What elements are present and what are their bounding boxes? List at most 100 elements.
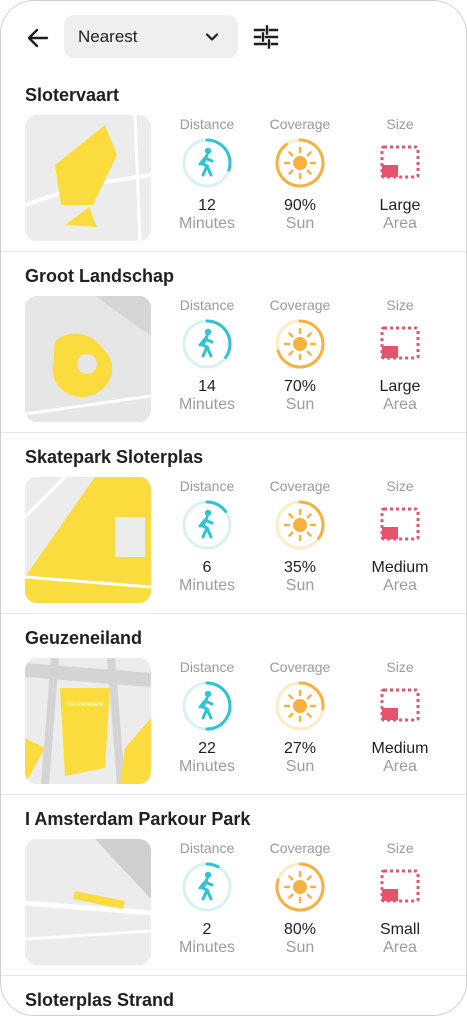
walking-person-icon [182, 500, 232, 550]
sort-dropdown[interactable]: Nearest [64, 15, 238, 58]
size-caption: Size [386, 116, 414, 132]
size-caption: Size [386, 840, 414, 856]
coverage-caption: Coverage [269, 297, 331, 313]
distance-unit: Minutes [178, 577, 236, 594]
distance-value: 12 [198, 197, 216, 214]
walking-person-icon [182, 681, 232, 731]
place-card[interactable]: I Amsterdam Parkour Park Distance 2 Minu… [1, 794, 466, 975]
place-card[interactable]: Skatepark Sloterplas Distance 6 Minutes … [1, 432, 466, 613]
coverage-metric: Coverage 80% Sun [255, 839, 345, 957]
place-name: I Amsterdam Parkour Park [25, 809, 251, 829]
area-size-icon [380, 507, 420, 541]
distance-metric: Distance 6 Minutes [162, 477, 252, 595]
map-thumbnail [25, 839, 151, 965]
size-metric: Size Medium Area [355, 477, 445, 595]
coverage-caption: Coverage [269, 840, 331, 856]
sliders-icon [253, 25, 279, 49]
size-value: Large [379, 378, 421, 395]
area-size-icon [380, 145, 420, 179]
place-card[interactable]: Geuzeneiland Geuzeneiland Distance 22 Mi… [1, 613, 466, 794]
distance-value: 22 [198, 740, 216, 757]
sun-icon [275, 138, 325, 188]
distance-metric: Distance 22 Minutes [162, 658, 252, 776]
size-value: Small [379, 921, 420, 938]
size-unit: Area [383, 215, 417, 232]
coverage-value: 80% [283, 921, 317, 938]
sun-icon [275, 862, 325, 912]
place-card[interactable]: Groot Landschap Distance 14 Minutes Cove… [1, 251, 466, 432]
walking-person-icon [182, 319, 232, 369]
size-metric: Size Medium Area [355, 658, 445, 776]
coverage-metric: Coverage 90% Sun [255, 115, 345, 233]
places-list: Slotervaart Distance 12 Minutes Coverage… [1, 71, 466, 1015]
walking-person-icon [182, 862, 232, 912]
distance-caption: Distance [179, 659, 235, 675]
distance-unit: Minutes [178, 939, 236, 956]
distance-caption: Distance [179, 116, 235, 132]
size-unit: Area [383, 396, 417, 413]
distance-unit: Minutes [178, 758, 236, 775]
coverage-unit: Sun [285, 396, 315, 413]
place-card[interactable]: Sloterplas Strand [1, 975, 466, 1015]
size-unit: Area [383, 577, 417, 594]
coverage-unit: Sun [285, 215, 315, 232]
place-name: Sloterplas Strand [25, 990, 175, 1010]
coverage-unit: Sun [285, 758, 315, 775]
distance-metric: Distance 2 Minutes [162, 839, 252, 957]
distance-value: 14 [198, 378, 216, 395]
distance-caption: Distance [179, 840, 235, 856]
coverage-caption: Coverage [269, 478, 331, 494]
coverage-unit: Sun [285, 577, 315, 594]
coverage-value: 35% [283, 559, 317, 576]
distance-metric: Distance 14 Minutes [162, 296, 252, 414]
size-metric: Size Large Area [355, 115, 445, 233]
area-size-icon [380, 688, 420, 722]
map-thumbnail [25, 477, 151, 603]
place-card[interactable]: Slotervaart Distance 12 Minutes Coverage… [1, 71, 466, 251]
size-caption: Size [386, 297, 414, 313]
coverage-value: 90% [283, 197, 317, 214]
coverage-metric: Coverage 27% Sun [255, 658, 345, 776]
coverage-metric: Coverage 35% Sun [255, 477, 345, 595]
size-caption: Size [386, 478, 414, 494]
arrow-left-icon [27, 28, 49, 48]
back-button[interactable] [25, 25, 51, 51]
distance-value: 6 [202, 559, 212, 576]
sun-icon [275, 681, 325, 731]
place-name: Skatepark Sloterplas [25, 447, 204, 467]
size-value: Medium [371, 559, 429, 576]
size-metric: Size Small Area [355, 839, 445, 957]
filter-button[interactable] [252, 23, 280, 51]
coverage-unit: Sun [285, 939, 315, 956]
coverage-value: 27% [283, 740, 317, 757]
map-thumbnail: Geuzeneiland [25, 658, 151, 784]
size-unit: Area [383, 939, 417, 956]
sun-icon [275, 500, 325, 550]
place-name: Geuzeneiland [25, 628, 143, 648]
coverage-metric: Coverage 70% Sun [255, 296, 345, 414]
coverage-caption: Coverage [269, 659, 331, 675]
size-unit: Area [383, 758, 417, 775]
sun-icon [275, 319, 325, 369]
chevron-down-icon [205, 33, 219, 41]
area-size-icon [380, 869, 420, 903]
app-frame: Nearest Slotervaart Distance 12 Minutes … [0, 0, 467, 1016]
map-thumbnail [25, 115, 151, 241]
distance-metric: Distance 12 Minutes [162, 115, 252, 233]
walking-person-icon [182, 138, 232, 188]
size-value: Medium [371, 740, 429, 757]
map-label: Geuzeneiland [66, 702, 103, 708]
size-value: Large [379, 197, 421, 214]
distance-unit: Minutes [178, 215, 236, 232]
distance-unit: Minutes [178, 396, 236, 413]
place-name: Slotervaart [25, 85, 120, 105]
distance-caption: Distance [179, 478, 235, 494]
sort-selected-label: Nearest [78, 27, 138, 46]
top-bar: Nearest [1, 1, 466, 71]
distance-caption: Distance [179, 297, 235, 313]
distance-value: 2 [202, 921, 212, 938]
map-thumbnail [25, 296, 151, 422]
coverage-value: 70% [283, 378, 317, 395]
place-name: Groot Landschap [25, 266, 175, 286]
size-metric: Size Large Area [355, 296, 445, 414]
